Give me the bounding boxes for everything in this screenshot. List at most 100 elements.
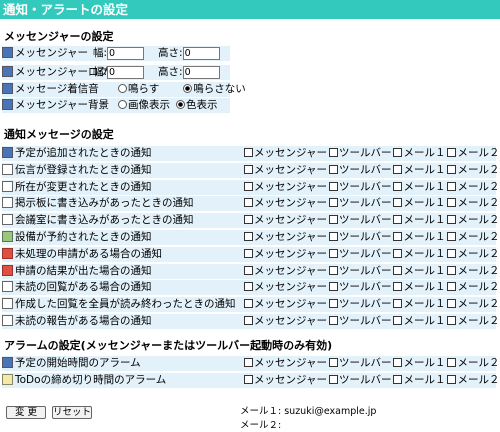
mail1-checkbox[interactable]: メール１: [393, 280, 445, 295]
messenger-section-title: メッセンジャーの設定: [4, 30, 114, 43]
mail1-checkbox[interactable]: メール１: [393, 247, 445, 262]
messenger-checkbox[interactable]: メッセンジャー: [244, 230, 327, 245]
background-color-radio[interactable]: 色表示: [176, 99, 218, 111]
messenger-checkbox[interactable]: メッセンジャー: [244, 297, 327, 312]
notify-row: 伝言が登録されたときの通知 メッセンジャー ツールバー メール１ メール２: [2, 162, 499, 178]
sound-on-radio[interactable]: 鳴らす: [118, 83, 159, 95]
toolbar-checkbox[interactable]: ツールバー: [328, 180, 391, 195]
messenger-log-icon: [2, 66, 13, 77]
mail2-checkbox[interactable]: メール２: [447, 297, 499, 312]
messenger-width-input[interactable]: [107, 46, 145, 60]
messenger-log-width-input[interactable]: [107, 65, 145, 79]
mail1-checkbox[interactable]: メール１: [393, 356, 445, 371]
notify-row: 未読の回覧がある場合の通知 メッセンジャー ツールバー メール１ メール２: [2, 280, 499, 296]
window-titlebar: 通知・アラートの設定: [0, 0, 500, 19]
messenger-checkbox[interactable]: メッセンジャー: [244, 196, 327, 211]
mail2-checkbox[interactable]: メール２: [447, 373, 499, 388]
background-icon: [2, 99, 13, 110]
mail2-checkbox[interactable]: メール２: [447, 196, 499, 211]
notify-row: 未処理の申請がある場合の通知 メッセンジャー ツールバー メール１ メール２: [2, 246, 499, 262]
mail1-checkbox[interactable]: メール１: [393, 163, 445, 178]
toolbar-checkbox[interactable]: ツールバー: [328, 230, 391, 245]
width-label: 幅:: [93, 66, 108, 78]
messenger-checkbox[interactable]: メッセンジャー: [244, 146, 327, 161]
toolbar-checkbox[interactable]: ツールバー: [328, 314, 391, 329]
toolbar-checkbox[interactable]: ツールバー: [328, 373, 391, 388]
meeting-room-icon: [2, 214, 13, 226]
toolbar-checkbox[interactable]: ツールバー: [328, 196, 391, 211]
mail1-checkbox[interactable]: メール１: [393, 213, 445, 228]
mail2-checkbox[interactable]: メール２: [447, 180, 499, 195]
mail1-checkbox[interactable]: メール１: [393, 314, 445, 329]
toolbar-checkbox[interactable]: ツールバー: [328, 356, 391, 371]
mail2-checkbox[interactable]: メール２: [447, 163, 499, 178]
notify-label: 申請の結果が出た場合の通知: [15, 264, 152, 277]
mail2-checkbox[interactable]: メール２: [447, 247, 499, 262]
mail1-checkbox[interactable]: メール１: [393, 196, 445, 211]
toolbar-checkbox[interactable]: ツールバー: [328, 280, 391, 295]
alarm-section-title: アラームの設定(メッセンジャーまたはツールバー起動時のみ有効): [4, 339, 333, 352]
mail1-checkbox[interactable]: メール１: [393, 230, 445, 245]
toolbar-checkbox[interactable]: ツールバー: [328, 297, 391, 312]
messenger-log-height-input[interactable]: [182, 65, 220, 79]
mail2-address: メール２:: [240, 420, 282, 431]
messenger-log-size-row: メッセンジャーログ幅: 高さ:: [2, 65, 230, 80]
message-sound-row: メッセージ着信音 鳴らす 鳴らさない: [2, 82, 246, 97]
messenger-checkbox[interactable]: メッセンジャー: [244, 373, 327, 388]
notify-label: 未読の報告がある場合の通知: [15, 315, 152, 327]
report-icon: [2, 315, 13, 326]
location-icon: [2, 180, 13, 192]
mail1-checkbox[interactable]: メール１: [393, 264, 445, 279]
mail2-checkbox[interactable]: メール２: [447, 356, 499, 371]
mail1-checkbox[interactable]: メール１: [393, 297, 445, 312]
messenger-checkbox[interactable]: メッセンジャー: [244, 180, 327, 195]
messenger-checkbox[interactable]: メッセンジャー: [244, 356, 327, 371]
toolbar-checkbox[interactable]: ツールバー: [328, 264, 391, 279]
notify-label: 未読の回覧がある場合の通知: [15, 281, 152, 294]
background-image-radio[interactable]: 画像表示: [118, 99, 170, 111]
mail1-address: メール１: suzuki@example.jp: [240, 406, 377, 417]
toolbar-checkbox[interactable]: ツールバー: [328, 163, 391, 178]
notify-label: 掲示板に書き込みがあったときの通知: [15, 197, 194, 210]
mail2-checkbox[interactable]: メール２: [447, 146, 499, 161]
mail1-checkbox[interactable]: メール１: [393, 180, 445, 195]
notify-row: 掲示板に書き込みがあったときの通知 メッセンジャー ツールバー メール１ メール２: [2, 196, 499, 212]
height-label: 高さ:: [158, 66, 183, 78]
notify-section-title: 通知メッセージの設定: [4, 128, 114, 141]
schedule-icon: [2, 147, 13, 158]
toolbar-checkbox[interactable]: ツールバー: [328, 213, 391, 228]
circular-read-icon: [2, 298, 13, 310]
messenger-checkbox[interactable]: メッセンジャー: [244, 163, 327, 178]
messenger-checkbox[interactable]: メッセンジャー: [244, 247, 327, 262]
message-sound-label: メッセージ着信音: [15, 83, 99, 95]
notify-label: 所在が変更されたときの通知: [15, 180, 152, 193]
schedule-alarm-icon: [2, 357, 13, 368]
mail2-checkbox[interactable]: メール２: [447, 213, 499, 228]
mail2-checkbox[interactable]: メール２: [447, 230, 499, 245]
toolbar-checkbox[interactable]: ツールバー: [328, 247, 391, 262]
notify-row: 予定が追加されたときの通知 メッセンジャー ツールバー メール１ メール２: [2, 146, 499, 161]
equipment-icon: [2, 231, 13, 242]
pending-request-icon: [2, 247, 13, 259]
mail1-checkbox[interactable]: メール１: [393, 373, 445, 388]
messenger-checkbox[interactable]: メッセンジャー: [244, 280, 327, 295]
reset-button[interactable]: リセット: [52, 406, 92, 419]
messenger-height-input[interactable]: [182, 46, 220, 60]
messenger-checkbox[interactable]: メッセンジャー: [244, 314, 327, 329]
notify-row: 申請の結果が出た場合の通知 メッセンジャー ツールバー メール１ メール２: [2, 263, 499, 279]
sound-off-radio[interactable]: 鳴らさない: [183, 83, 246, 95]
messenger-size-row: メッセンジャー幅: 高さ:: [2, 46, 230, 61]
messenger-checkbox[interactable]: メッセンジャー: [244, 264, 327, 279]
messenger-checkbox[interactable]: メッセンジャー: [244, 213, 327, 228]
toolbar-checkbox[interactable]: ツールバー: [328, 146, 391, 161]
notify-row: 会議室に書き込みがあったときの通知 メッセンジャー ツールバー メール１ メール２: [2, 213, 499, 229]
notify-label: 会議室に書き込みがあったときの通知: [15, 214, 194, 227]
notify-label: 設備が予約されたときの通知: [15, 231, 152, 243]
save-button[interactable]: 変 更: [6, 406, 46, 419]
mail2-checkbox[interactable]: メール２: [447, 264, 499, 279]
mail2-checkbox[interactable]: メール２: [447, 314, 499, 329]
mail2-checkbox[interactable]: メール２: [447, 280, 499, 295]
mail1-checkbox[interactable]: メール１: [393, 146, 445, 161]
notify-row: 所在が変更されたときの通知 メッセンジャー ツールバー メール１ メール２: [2, 179, 499, 195]
alarm-label: ToDoの締め切り時間のアラーム: [15, 373, 167, 386]
